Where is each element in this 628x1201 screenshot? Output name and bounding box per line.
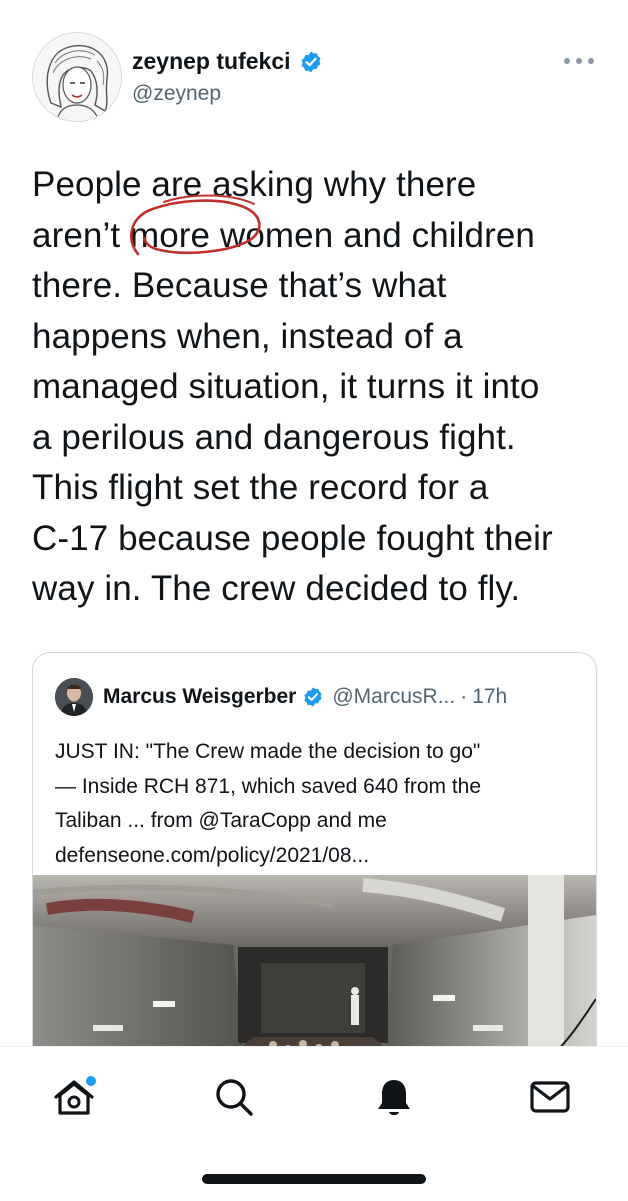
author-avatar[interactable] — [32, 32, 122, 122]
tweet-line: way in. The crew decided to fly. — [32, 569, 521, 608]
tweet-line: This flight set the record for a — [32, 468, 489, 507]
tweet-line: happens when, instead of a — [32, 316, 463, 356]
messages-icon[interactable] — [526, 1073, 574, 1121]
verified-badge-icon — [301, 51, 320, 72]
author-handle[interactable]: @zeynep — [132, 82, 221, 106]
more-options-icon[interactable] — [562, 54, 596, 68]
tweet-text: People are asking why there aren’t more … — [32, 160, 602, 615]
tweet-line: a perilous and dangerous fight. — [32, 417, 516, 457]
author-name-row[interactable]: zeynep tufekci — [132, 48, 323, 75]
notifications-icon[interactable] — [370, 1073, 418, 1121]
home-indicator[interactable] — [202, 1174, 426, 1184]
quoted-link[interactable]: defenseone.com/policy/2021/08... — [55, 839, 580, 874]
quoted-author-name[interactable]: Marcus Weisgerber — [103, 685, 296, 709]
tweet-line: there. Because that’s what — [32, 266, 447, 305]
author-name[interactable]: zeynep tufekci — [132, 48, 291, 75]
separator-dot: · — [460, 685, 468, 708]
quoted-line: JUST IN: "The Crew made the decision to … — [55, 740, 481, 763]
quoted-line: Taliban ... from @TaraCopp and me — [55, 809, 387, 832]
search-icon[interactable] — [210, 1073, 258, 1121]
quoted-author-avatar[interactable] — [55, 678, 93, 716]
quoted-tweet-header: Marcus Weisgerber @MarcusR... · 17h — [55, 677, 578, 717]
tweet-line: managed situation, it turns it into — [32, 367, 540, 406]
verified-badge-icon — [304, 687, 322, 707]
home-icon[interactable] — [50, 1073, 98, 1121]
quoted-line: — Inside RCH 871, which saved 640 from t… — [55, 774, 482, 798]
tweet-line: C-17 because people fought their — [32, 518, 553, 558]
quoted-author-handle[interactable]: @MarcusR... — [332, 685, 455, 709]
tweet-line: aren’t more women and children — [32, 215, 535, 255]
tweet-line: People are asking why there — [32, 165, 477, 204]
quoted-timestamp[interactable]: 17h — [472, 685, 507, 709]
notification-dot — [86, 1076, 96, 1086]
tweet-header: zeynep tufekci @zeynep — [32, 32, 596, 122]
quoted-tweet-text: JUST IN: "The Crew made the decision to … — [55, 735, 580, 873]
